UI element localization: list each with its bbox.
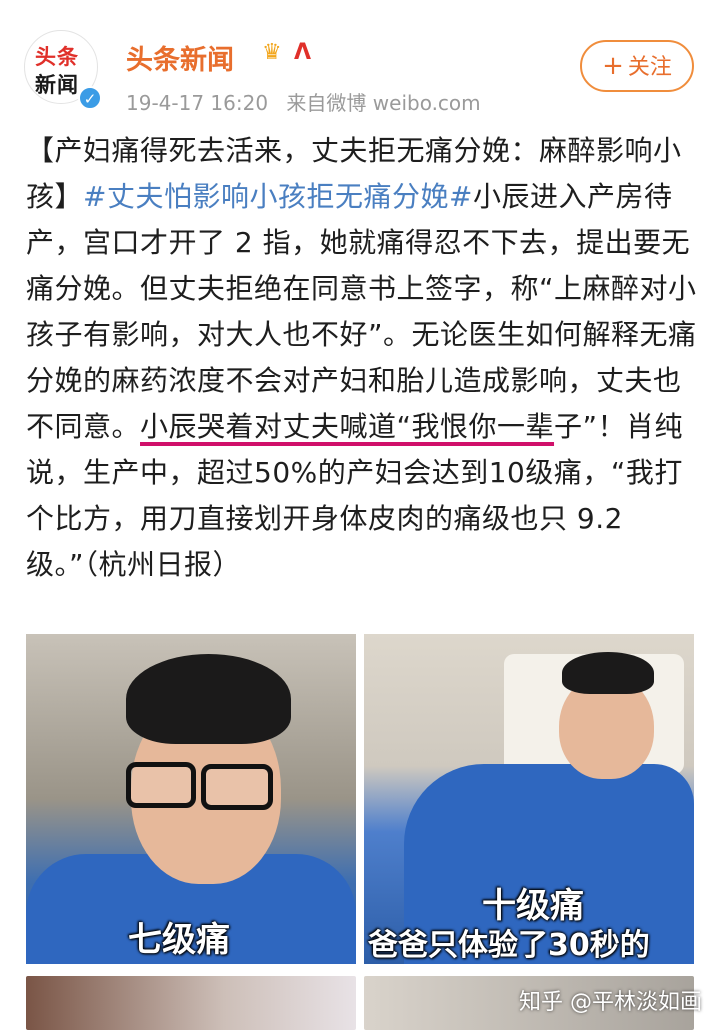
post-text: 小辰进入产房待产，宫口才开了 2 指，她就痛得忍不下去，提出要无痛分娩。但丈夫拒… [26,180,697,443]
hair-shape [562,652,654,694]
post-time: 19-4-17 16:20 [126,91,269,115]
glasses-left [126,762,196,808]
crown-icon: ♛ [262,40,282,65]
image-right[interactable]: 十级痛 爸爸只体验了30秒的 [364,634,694,964]
post-source: 来自微博 weibo.com [286,91,481,115]
post-header: 头条 新闻 ✓ 头条新闻 ♛ Ʌ 19-4-17 16:20 来自微博 weib… [0,0,720,120]
hashtag-link[interactable]: #丈夫怕影响小孩拒无痛分娩# [83,180,473,213]
right-caption-2: 爸爸只体验了30秒的 [368,928,650,963]
verified-icon: ✓ [78,86,102,110]
image-left[interactable]: 七级痛 [26,634,356,964]
image-thumb-left[interactable] [26,976,356,1030]
hair-shape [126,654,291,744]
zhihu-watermark: 知乎 @平林淡如画 [519,990,702,1015]
follow-button[interactable]: + 关注 [580,40,694,92]
account-name[interactable]: 头条新闻 [126,38,234,77]
underlined-quote: 小辰哭着对丈夫喊道“我恨你一辈 [140,410,555,443]
vip-icon: Ʌ [294,40,312,65]
avatar-text-line2: 新闻 [35,73,79,97]
plus-icon: + [602,51,624,81]
avatar-text-line1: 头条 [35,45,79,69]
post-body: 【产妇痛得死去活来，丈夫拒无痛分娩：麻醉影响小孩】#丈夫怕影响小孩拒无痛分娩#小… [26,128,702,588]
follow-label: 关注 [627,55,672,80]
left-caption: 七级痛 [128,920,230,960]
glasses-right [201,764,273,810]
post-meta: 19-4-17 16:20 来自微博 weibo.com [126,87,493,116]
image-grid: 七级痛 十级痛 爸爸只体验了30秒的 [26,634,694,964]
